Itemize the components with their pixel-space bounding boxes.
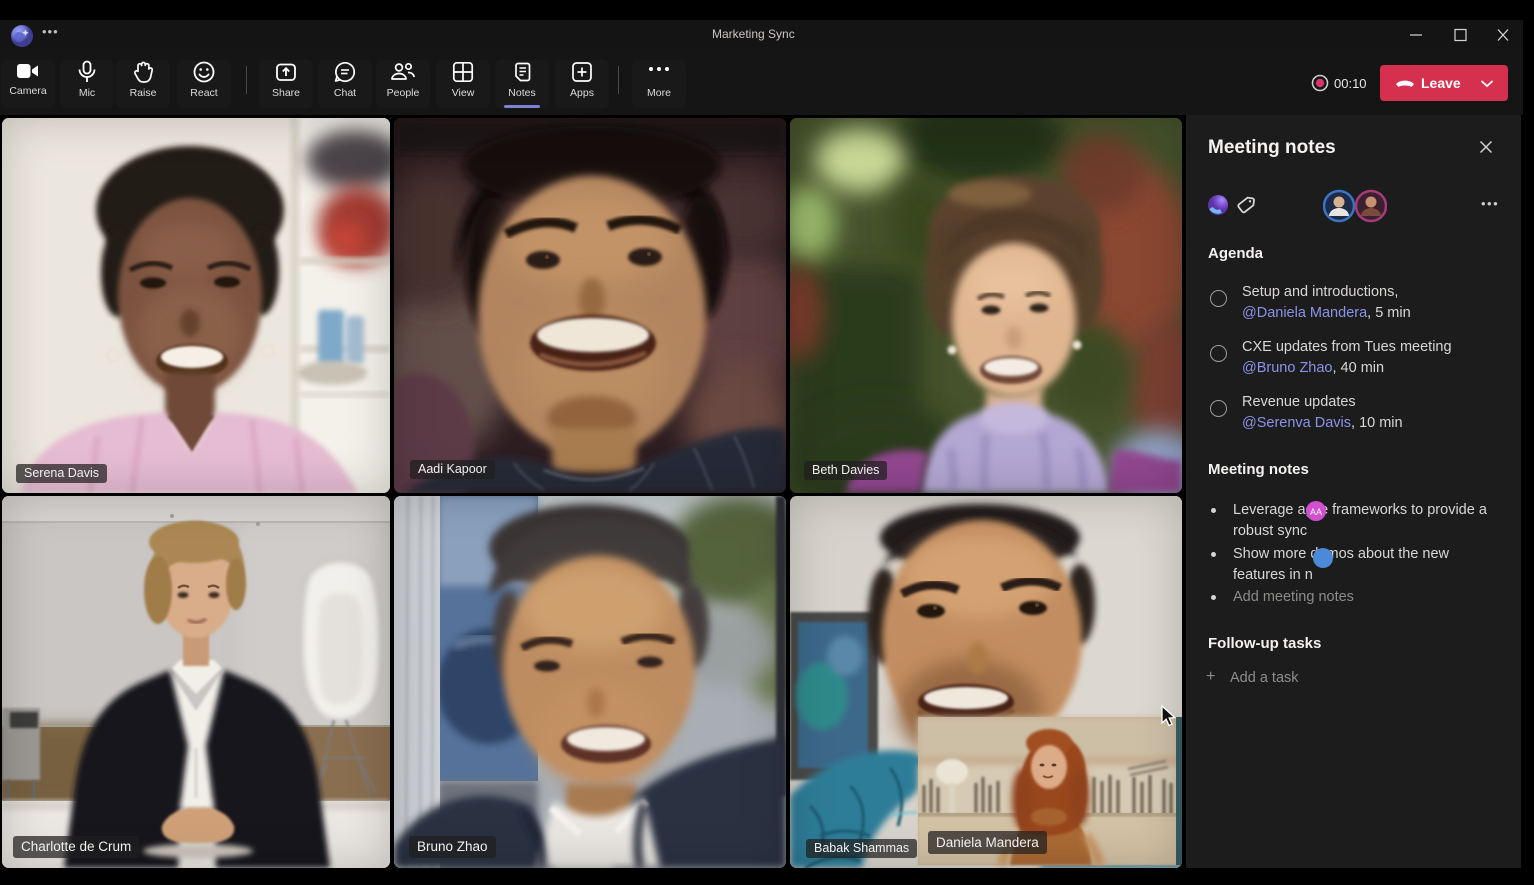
svg-text:AA: AA [1310, 507, 1322, 517]
